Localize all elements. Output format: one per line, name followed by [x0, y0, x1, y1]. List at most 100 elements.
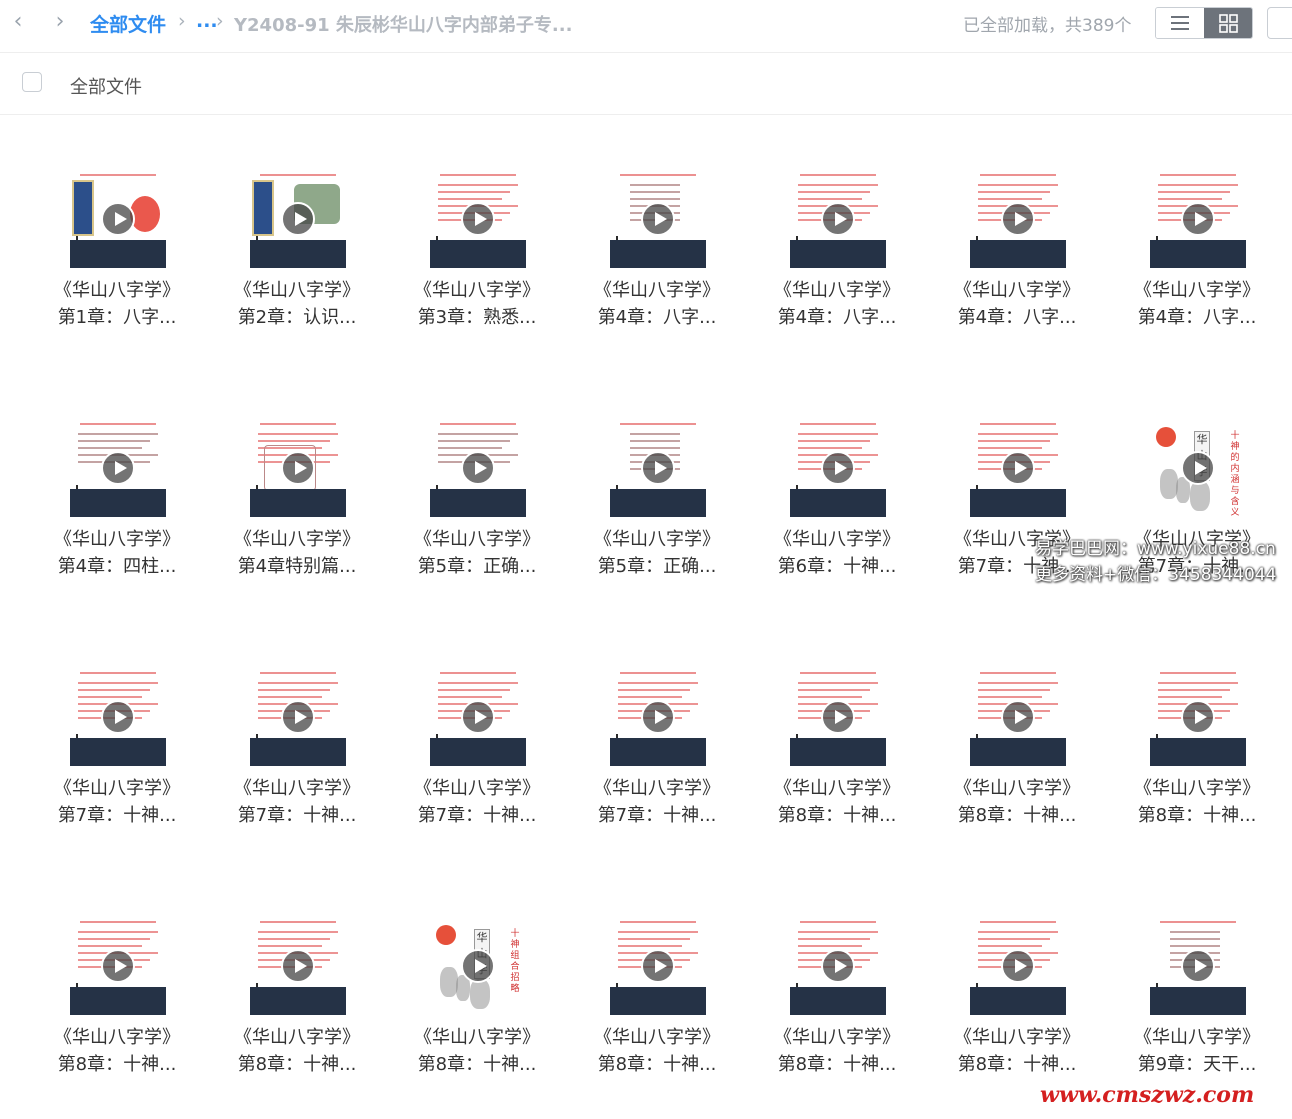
video-file-item[interactable]: 华山学十神组合招略《华山八字学》第8章：十神...	[391, 919, 563, 1119]
video-thumbnail	[790, 421, 886, 517]
slide-text-line	[630, 440, 680, 442]
play-icon[interactable]	[821, 451, 855, 485]
video-file-item[interactable]: 《华山八字学》 第8章：十神...	[31, 919, 203, 1119]
play-icon[interactable]	[641, 202, 675, 236]
file-name-subtitle: 第5章：正确...	[417, 556, 537, 577]
play-icon[interactable]	[1181, 202, 1215, 236]
file-name-subtitle: 第8章：十神...	[957, 1054, 1077, 1075]
file-name-subtitle: 第4章特别篇...	[237, 556, 357, 577]
file-name-subtitle: 第8章：十神...	[597, 1054, 717, 1075]
slide-text-line	[798, 191, 870, 193]
play-icon[interactable]	[821, 700, 855, 734]
play-icon[interactable]	[1001, 202, 1035, 236]
video-file-item[interactable]: 《华山八字学》 第4章：八字...	[931, 172, 1103, 372]
slide-text-line	[438, 447, 502, 449]
file-name-title: 《华山八字学》	[54, 529, 180, 550]
video-file-item[interactable]: 华山学十神的内涵与含义《华山八字学》第7章：十神...	[1111, 421, 1283, 621]
slide-text-line	[618, 931, 698, 933]
video-file-item[interactable]: 《华山八字学》 第7章：十神...	[931, 421, 1103, 621]
file-name-subtitle: 第7章：十神...	[417, 805, 537, 826]
play-icon[interactable]	[1001, 451, 1035, 485]
play-icon[interactable]	[101, 949, 135, 983]
video-file-item[interactable]: 《华山八字学》 第8章：十神...	[1111, 670, 1283, 870]
play-icon[interactable]	[1181, 700, 1215, 734]
video-file-item[interactable]: 《华山八字学》 第2章：认识...	[211, 172, 383, 372]
play-icon[interactable]	[461, 949, 495, 983]
file-name-title: 《华山八字学》	[594, 280, 720, 301]
slide-text-line	[798, 945, 862, 947]
video-file-item[interactable]: 《华山八字学》 第4章：八字...	[571, 172, 743, 372]
play-icon[interactable]	[1181, 949, 1215, 983]
video-thumbnail	[970, 919, 1066, 1015]
play-icon[interactable]	[281, 202, 315, 236]
slide-header-line	[800, 921, 876, 923]
file-name-title: 《华山八字学》	[774, 1027, 900, 1048]
slide-text-line	[258, 689, 330, 691]
video-file-item[interactable]: 《华山八字学》 第8章：十神...	[931, 670, 1103, 870]
play-icon[interactable]	[821, 949, 855, 983]
video-file-item[interactable]: 《华山八字学》 第8章：十神...	[211, 919, 383, 1119]
play-icon[interactable]	[821, 202, 855, 236]
file-name-subtitle: 第9章：天干...	[1137, 1054, 1257, 1075]
slide-text-line	[258, 440, 330, 442]
play-icon[interactable]	[281, 949, 315, 983]
play-icon[interactable]	[281, 451, 315, 485]
slide-header-line	[800, 672, 876, 674]
video-thumbnail	[250, 172, 346, 268]
slide-footer-bar	[970, 489, 1066, 517]
video-file-item[interactable]: 《华山八字学》 第4章：四柱...	[31, 421, 203, 621]
slide-text-line	[798, 447, 862, 449]
slide-text-line	[978, 938, 1050, 940]
play-icon[interactable]	[641, 451, 675, 485]
video-file-item[interactable]: 《华山八字学》 第8章：十神...	[751, 670, 923, 870]
slide-header-line	[80, 921, 156, 923]
slide-footer-bar	[610, 987, 706, 1015]
video-file-item[interactable]: 《华山八字学》 第6章：十神...	[751, 421, 923, 621]
slide-header-line	[620, 174, 696, 176]
slide-text-line	[78, 447, 142, 449]
play-icon[interactable]	[1001, 700, 1035, 734]
slide-text-line	[618, 938, 690, 940]
video-thumbnail	[250, 421, 346, 517]
slide-footer-bar	[970, 240, 1066, 268]
video-file-item[interactable]: 《华山八字学》 第1章：八字...	[31, 172, 203, 372]
video-file-item[interactable]: 《华山八字学》 第4章：八字...	[751, 172, 923, 372]
play-icon[interactable]	[101, 202, 135, 236]
slide-footer-bar	[790, 987, 886, 1015]
play-icon[interactable]	[641, 949, 675, 983]
slide-header-line	[620, 921, 696, 923]
video-file-item[interactable]: 《华山八字学》 第8章：十神...	[571, 919, 743, 1119]
play-icon[interactable]	[461, 451, 495, 485]
play-icon[interactable]	[101, 451, 135, 485]
video-file-item[interactable]: 《华山八字学》 第7章：十神...	[571, 670, 743, 870]
file-name-title: 《华山八字学》	[234, 529, 360, 550]
video-file-item[interactable]: 《华山八字学》 第7章：十神...	[391, 670, 563, 870]
play-icon[interactable]	[101, 700, 135, 734]
play-icon[interactable]	[281, 700, 315, 734]
slide-header-line	[440, 423, 516, 425]
play-icon[interactable]	[461, 700, 495, 734]
video-file-item[interactable]: 《华山八字学》 第5章：正确...	[391, 421, 563, 621]
video-file-item[interactable]: 《华山八字学》 第7章：十神...	[31, 670, 203, 870]
slide-text-line	[1170, 945, 1220, 947]
play-icon[interactable]	[461, 202, 495, 236]
ink-figure	[1190, 481, 1210, 511]
play-icon[interactable]	[1181, 451, 1215, 485]
slide-text-line	[798, 696, 862, 698]
slide-subtitle-column: 十神的内涵与含义	[1230, 431, 1240, 517]
video-file-item[interactable]: 《华山八字学》 第7章：十神...	[211, 670, 383, 870]
video-file-item[interactable]: 《华山八字学》 第5章：正确...	[571, 421, 743, 621]
slide-header-line	[440, 174, 516, 176]
slide-header-line	[80, 672, 156, 674]
video-thumbnail	[70, 172, 166, 268]
file-name-title: 《华山八字学》	[954, 280, 1080, 301]
slide-header-line	[260, 423, 336, 425]
play-icon[interactable]	[1001, 949, 1035, 983]
video-file-item[interactable]: 《华山八字学》 第3章：熟悉...	[391, 172, 563, 372]
video-file-item[interactable]: 《华山八字学》 第4章特别篇...	[211, 421, 383, 621]
video-file-item[interactable]: 《华山八字学》 第4章：八字...	[1111, 172, 1283, 372]
video-thumbnail	[430, 172, 526, 268]
play-icon[interactable]	[641, 700, 675, 734]
video-file-item[interactable]: 《华山八字学》 第8章：十神...	[751, 919, 923, 1119]
slide-text-line	[78, 945, 142, 947]
